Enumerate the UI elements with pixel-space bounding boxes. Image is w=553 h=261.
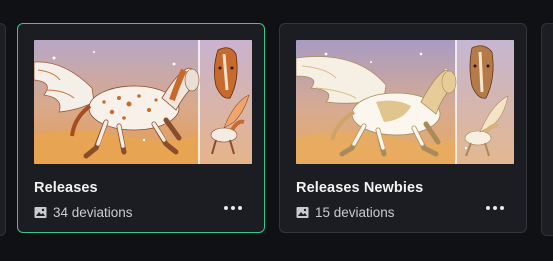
collections-row: Releases 34 deviations Releases Newbies …: [0, 0, 553, 261]
deviation-count-text: 34 deviations: [53, 204, 133, 220]
image-icon: [296, 206, 309, 218]
more-horizontal-icon: [486, 206, 490, 210]
image-icon: [34, 206, 47, 218]
more-options-button[interactable]: [220, 198, 246, 218]
collection-count: 34 deviations: [34, 203, 133, 221]
collection-thumbnail[interactable]: [34, 40, 252, 164]
collection-title[interactable]: Releases: [34, 180, 98, 196]
more-horizontal-icon: [224, 206, 228, 210]
next-collection-card-partial[interactable]: [541, 23, 553, 236]
collection-card-releases[interactable]: Releases 34 deviations: [17, 23, 265, 233]
deviation-count-text: 15 deviations: [315, 204, 395, 220]
more-options-button[interactable]: [482, 198, 508, 218]
previous-collection-card-partial[interactable]: [0, 23, 6, 236]
collection-card-releases-newbies[interactable]: Releases Newbies 15 deviations: [279, 23, 527, 233]
collection-thumbnail[interactable]: [296, 40, 514, 164]
collection-count: 15 deviations: [296, 203, 395, 221]
collection-title[interactable]: Releases Newbies: [296, 180, 423, 196]
